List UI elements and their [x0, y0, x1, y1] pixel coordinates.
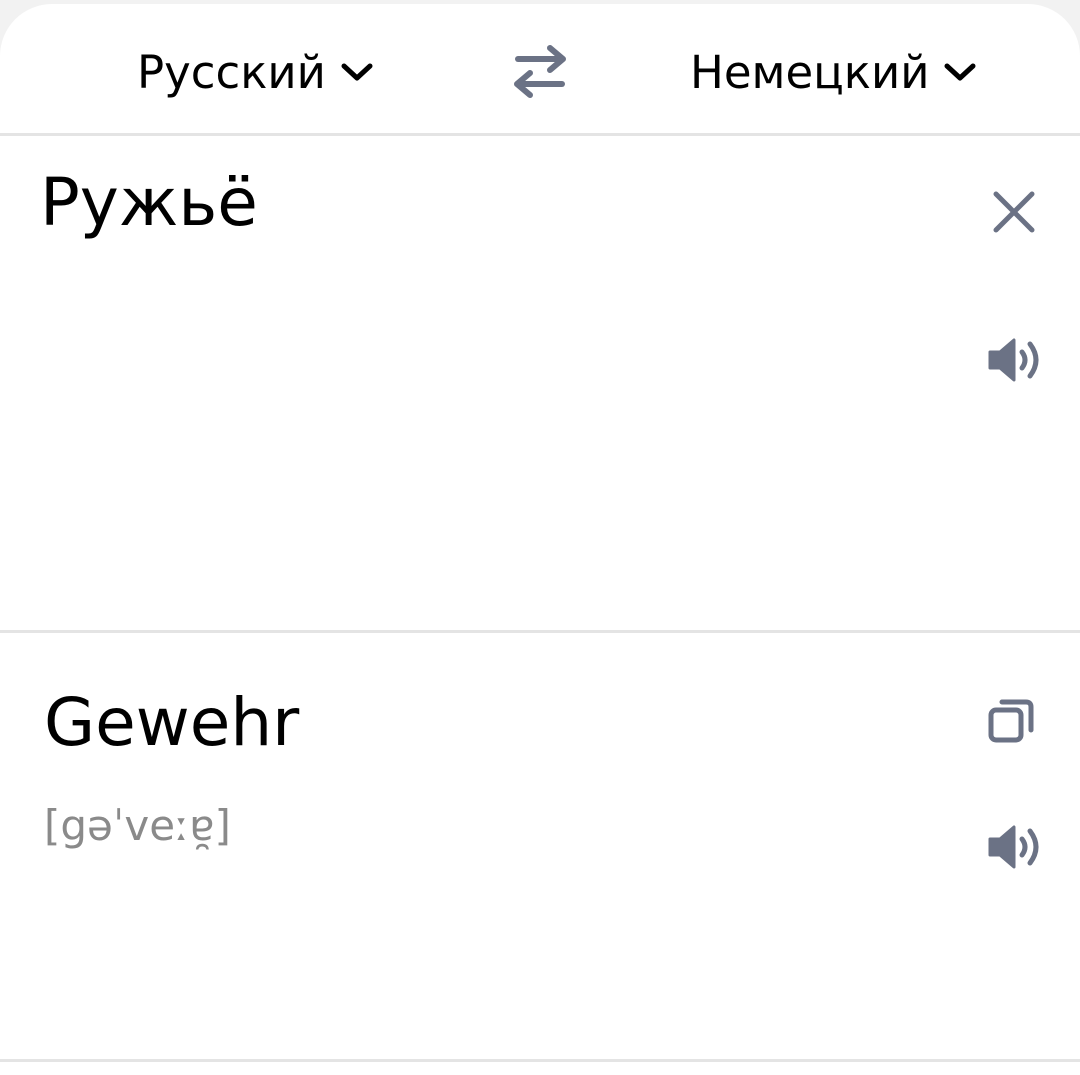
chevron-down-icon: [944, 63, 976, 81]
chevron-down-icon: [341, 63, 373, 81]
source-language-selector[interactable]: Русский: [137, 42, 374, 102]
language-bar: Русский Немецкий: [0, 4, 1080, 134]
translator-card: Русский Немецкий Ружьё Gewehr [gəˈveːɐ̯]: [0, 4, 1080, 1075]
target-language-label: Немецкий: [690, 45, 930, 99]
divider: [0, 630, 1080, 633]
divider: [0, 1059, 1080, 1062]
translation-text: Gewehr: [44, 684, 300, 761]
source-text-input[interactable]: Ружьё: [40, 160, 258, 246]
divider: [0, 133, 1080, 136]
transcription-text: [gəˈveːɐ̯]: [44, 801, 231, 850]
speaker-icon[interactable]: [986, 334, 1044, 386]
speaker-icon[interactable]: [986, 821, 1044, 873]
swap-arrows-icon[interactable]: [510, 44, 570, 100]
source-language-label: Русский: [137, 45, 326, 99]
target-language-selector[interactable]: Немецкий: [690, 42, 977, 102]
close-icon[interactable]: [986, 184, 1042, 240]
copy-icon[interactable]: [986, 694, 1038, 746]
